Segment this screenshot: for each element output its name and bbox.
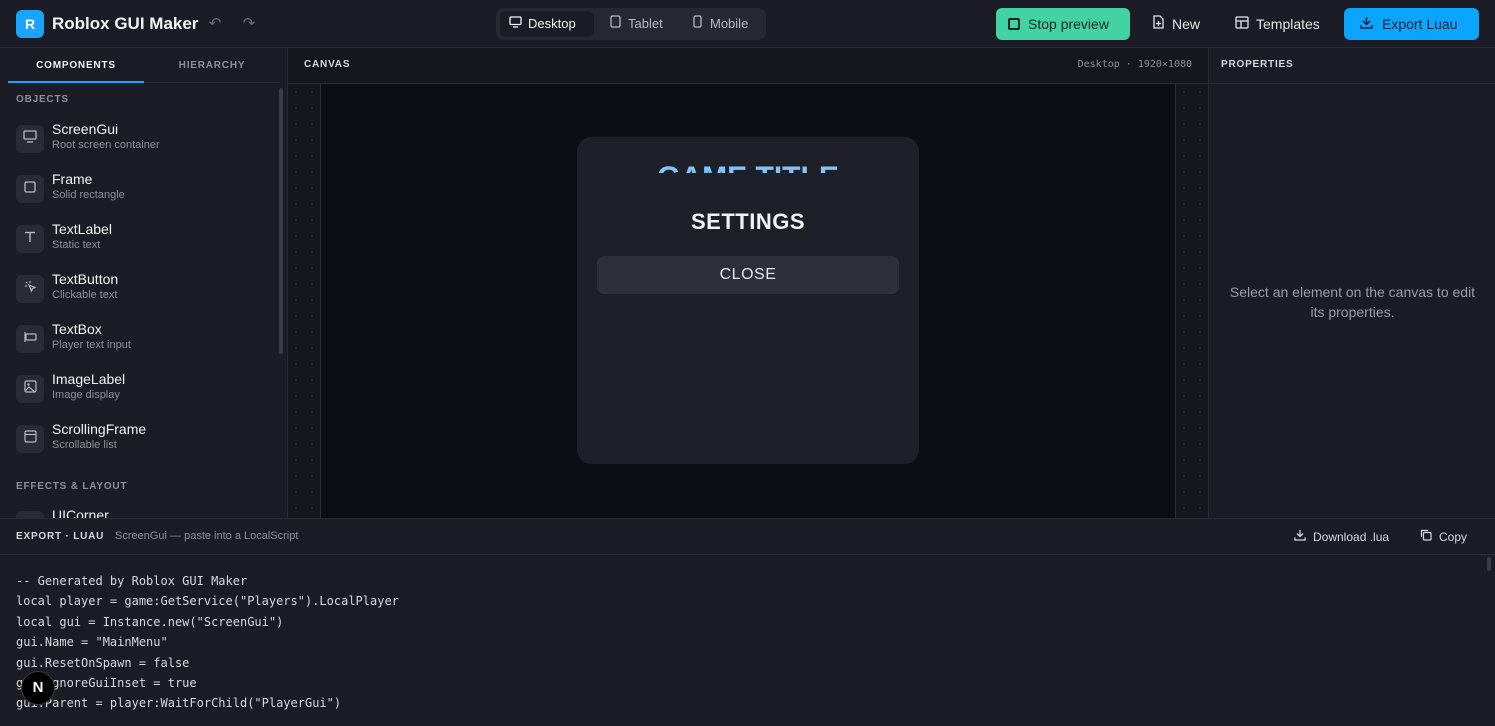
component-desc: Root screen container [52, 139, 160, 151]
corner-icon [16, 511, 44, 518]
component-imagelabel[interactable]: ImageLabel Image display [16, 371, 272, 411]
copy-icon [1419, 529, 1433, 544]
pointer-icon [16, 275, 44, 303]
export-luau-button[interactable]: Export Luau [1344, 8, 1479, 40]
stop-preview-button[interactable]: Stop preview [996, 8, 1130, 40]
component-desc: Player text input [52, 339, 131, 351]
copy-button[interactable]: Copy [1419, 529, 1467, 544]
component-name: ScrollingFrame [52, 421, 147, 437]
component-name: Frame [52, 171, 93, 187]
section-effects: EFFECTS & LAYOUT [16, 481, 128, 492]
export-luau-label: Export Luau [1382, 16, 1458, 32]
copy-label: Copy [1439, 530, 1468, 544]
download-lua-label: Download .lua [1313, 530, 1390, 544]
textbox-icon [16, 325, 44, 353]
device-mobile-button[interactable]: Mobile [682, 11, 762, 37]
properties-panel: PROPERTIES Select an element on the canv… [1208, 48, 1495, 518]
download-lua-button[interactable]: Download .lua [1293, 529, 1389, 544]
canvas-area: CANVAS Desktop · 1920×1080 GAME TITLE SE… [288, 48, 1208, 518]
properties-empty-message: Select an element on the canvas to edit … [1229, 284, 1476, 320]
component-textlabel[interactable]: TextLabel Static text [16, 221, 272, 261]
device-tablet-label: Tablet [628, 16, 663, 31]
settings-title[interactable]: SETTINGS [577, 209, 919, 235]
new-file-icon [1150, 8, 1166, 40]
settings-frame[interactable]: GAME TITLE SETTINGS CLOSE [577, 137, 919, 464]
tab-components[interactable]: COMPONENTS [8, 48, 144, 83]
component-desc: Scrollable list [52, 439, 117, 451]
component-textbox[interactable]: TextBox Player text input [16, 321, 272, 361]
canvas-grid-right [1176, 84, 1208, 518]
monitor-icon [508, 11, 522, 37]
close-button[interactable]: CLOSE [597, 256, 899, 294]
code-scrollbar[interactable] [1487, 557, 1491, 571]
export-subtitle: ScreenGui — paste into a LocalScript [115, 530, 299, 542]
top-bar: R Roblox GUI Maker ↶ ↷ Desktop Tablet Mo… [0, 0, 1495, 48]
templates-label: Templates [1256, 16, 1320, 32]
scroll-icon [16, 425, 44, 453]
app-title: Roblox GUI Maker [52, 14, 199, 33]
components-panel: COMPONENTS HIERARCHY OBJECTS ScreenGui R… [0, 48, 288, 518]
section-objects: OBJECTS [16, 94, 69, 105]
app-logo: R [16, 10, 44, 38]
component-name: UICorner [52, 507, 109, 518]
component-name: TextLabel [52, 221, 112, 237]
square-icon [16, 175, 44, 203]
device-switcher: Desktop Tablet Mobile [496, 8, 766, 40]
new-label: New [1172, 16, 1201, 32]
component-name: ImageLabel [52, 371, 126, 387]
download-icon [1360, 8, 1374, 40]
redo-icon[interactable]: ↷ [239, 14, 259, 34]
tab-hierarchy[interactable]: HIERARCHY [144, 48, 280, 83]
canvas-resolution: Desktop · 1920×1080 [1077, 59, 1192, 70]
mobile-icon [690, 11, 704, 37]
image-icon [16, 375, 44, 403]
text-icon [16, 225, 44, 253]
device-mobile-label: Mobile [710, 16, 749, 31]
export-title: EXPORT · LUAU [16, 531, 105, 542]
component-desc: Clickable text [52, 289, 118, 301]
new-button[interactable]: New [1150, 8, 1200, 40]
component-desc: Image display [52, 389, 120, 401]
canvas-grid-left [288, 84, 320, 518]
dev-badge-icon[interactable]: N [21, 671, 55, 705]
properties-header: PROPERTIES [1209, 48, 1495, 84]
component-name: ScreenGui [52, 121, 119, 137]
component-scrollingframe[interactable]: ScrollingFrame Scrollable list [16, 421, 272, 461]
stop-square-icon [1008, 18, 1020, 30]
export-header: EXPORT · LUAU ScreenGui — paste into a L… [0, 519, 1495, 555]
canvas-header: CANVAS Desktop · 1920×1080 [288, 48, 1208, 84]
canvas-stage[interactable]: GAME TITLE SETTINGS CLOSE [320, 84, 1176, 518]
stop-preview-label: Stop preview [1028, 16, 1109, 32]
component-textbutton[interactable]: TextButton Clickable text [16, 271, 272, 311]
download-icon [1293, 529, 1307, 544]
component-screengui[interactable]: ScreenGui Root screen container [16, 121, 272, 161]
game-title-text[interactable]: GAME TITLE [577, 163, 919, 173]
component-frame[interactable]: Frame Solid rectangle [16, 171, 272, 211]
component-uicorner[interactable]: UICorner [16, 507, 272, 518]
scrollbar[interactable] [279, 88, 283, 354]
component-name: TextButton [52, 271, 119, 287]
component-name: TextBox [52, 321, 102, 337]
properties-title: PROPERTIES [1221, 59, 1294, 70]
component-desc: Solid rectangle [52, 189, 125, 201]
device-tablet-button[interactable]: Tablet [600, 11, 680, 37]
templates-icon [1234, 8, 1250, 40]
device-desktop-button[interactable]: Desktop [500, 11, 594, 37]
tablet-icon [608, 11, 622, 37]
component-desc: Static text [52, 239, 101, 251]
undo-icon[interactable]: ↶ [205, 14, 225, 34]
luau-code-block[interactable]: -- Generated by Roblox GUI Maker local p… [16, 571, 399, 714]
left-tabs: COMPONENTS HIERARCHY [8, 48, 280, 83]
templates-button[interactable]: Templates [1234, 8, 1320, 40]
monitor-icon [16, 125, 44, 153]
canvas-title: CANVAS [304, 59, 351, 70]
export-panel: EXPORT · LUAU ScreenGui — paste into a L… [0, 518, 1495, 726]
device-desktop-label: Desktop [528, 16, 576, 31]
